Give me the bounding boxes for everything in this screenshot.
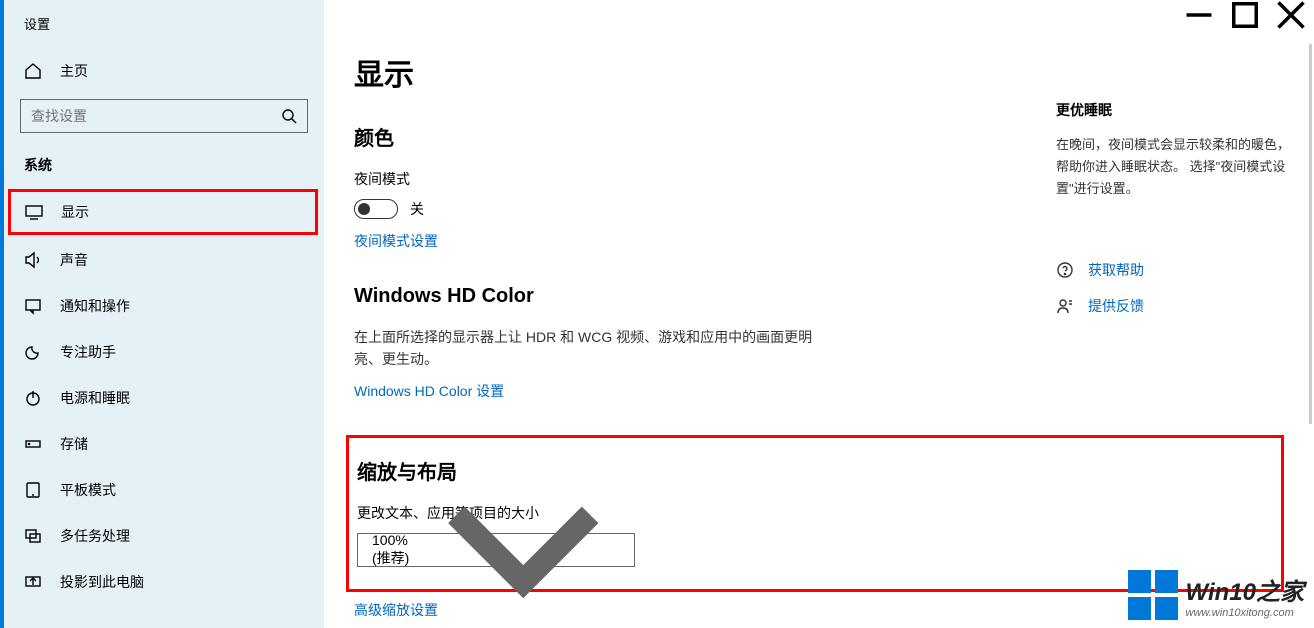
app-title: 设置 (4, 0, 324, 51)
windows-logo-icon (1128, 570, 1178, 620)
sidebar-item-label: 通知和操作 (60, 296, 130, 316)
tablet-icon (24, 481, 42, 499)
night-mode-settings-link[interactable]: 夜间模式设置 (354, 233, 438, 249)
sidebar-item-label: 平板模式 (60, 480, 116, 500)
watermark: Win10之家 www.win10xitong.com (1128, 570, 1304, 620)
watermark-url: www.win10xitong.com (1186, 607, 1304, 619)
sidebar-item-label: 专注助手 (60, 342, 116, 362)
sidebar-item-label: 存储 (60, 434, 88, 454)
sidebar-item-label: 显示 (61, 202, 89, 222)
maximize-button[interactable] (1222, 0, 1268, 30)
search-input[interactable] (31, 108, 281, 124)
hdcolor-description: 在上面所选择的显示器上让 HDR 和 WCG 视频、游戏和应用中的画面更明亮、更… (354, 326, 814, 371)
night-mode-toggle[interactable] (354, 199, 398, 219)
sidebar: 设置 主页 系统 显示 声音 通知和操作 专注助手 电源和睡眠 (4, 0, 324, 628)
home-label: 主页 (60, 61, 88, 81)
sidebar-item-label: 电源和睡眠 (60, 388, 130, 408)
sidebar-item-multitask[interactable]: 多任务处理 (4, 513, 324, 559)
feedback-link[interactable]: 提供反馈 (1056, 296, 1290, 316)
home-button[interactable]: 主页 (4, 51, 324, 91)
hdcolor-settings-link[interactable]: Windows HD Color 设置 (354, 383, 504, 399)
notifications-icon (24, 297, 42, 315)
sleep-description: 在晚间，夜间模式会显示较柔和的暖色，帮助你进入睡眠状态。 选择"夜间模式设置"进… (1056, 134, 1290, 200)
sidebar-item-focus[interactable]: 专注助手 (4, 329, 324, 375)
sidebar-item-label: 多任务处理 (60, 526, 130, 546)
multitask-icon (24, 527, 42, 545)
sidebar-item-tablet[interactable]: 平板模式 (4, 467, 324, 513)
power-icon (24, 389, 42, 407)
chevron-down-icon (369, 563, 621, 628)
sidebar-item-storage[interactable]: 存储 (4, 421, 324, 467)
content-area: 显示 颜色 夜间模式 关 夜间模式设置 Windows HD Color 在上面… (324, 0, 1314, 628)
get-help-link[interactable]: 获取帮助 (1056, 260, 1290, 280)
minimize-button[interactable] (1176, 0, 1222, 30)
sound-icon (24, 251, 42, 269)
night-mode-state: 关 (410, 199, 424, 219)
sidebar-item-display[interactable]: 显示 (8, 189, 318, 235)
home-icon (24, 62, 42, 80)
display-icon (25, 203, 43, 221)
sidebar-item-sound[interactable]: 声音 (4, 237, 324, 283)
sidebar-item-project[interactable]: 投影到此电脑 (4, 559, 324, 605)
help-icon (1056, 261, 1074, 279)
close-button[interactable] (1268, 0, 1314, 30)
page-title: 显示 (354, 50, 1284, 94)
search-icon (281, 108, 297, 124)
sidebar-item-power[interactable]: 电源和睡眠 (4, 375, 324, 421)
watermark-title: Win10之家 (1186, 572, 1304, 607)
help-link-label: 获取帮助 (1088, 260, 1144, 280)
sidebar-item-label: 声音 (60, 250, 88, 270)
right-panel: 更优睡眠 在晚间，夜间模式会显示较柔和的暖色，帮助你进入睡眠状态。 选择"夜间模… (1056, 100, 1290, 332)
sleep-title: 更优睡眠 (1056, 100, 1290, 120)
sidebar-item-label: 投影到此电脑 (60, 572, 144, 592)
feedback-link-label: 提供反馈 (1088, 296, 1144, 316)
search-box[interactable] (20, 99, 308, 133)
category-label: 系统 (4, 147, 324, 187)
storage-icon (24, 435, 42, 453)
scale-select[interactable]: 100% (推荐) (357, 533, 635, 567)
scrollbar[interactable] (1309, 44, 1312, 424)
feedback-icon (1056, 297, 1074, 315)
project-icon (24, 573, 42, 591)
sidebar-item-notifications[interactable]: 通知和操作 (4, 283, 324, 329)
focus-icon (24, 343, 42, 361)
